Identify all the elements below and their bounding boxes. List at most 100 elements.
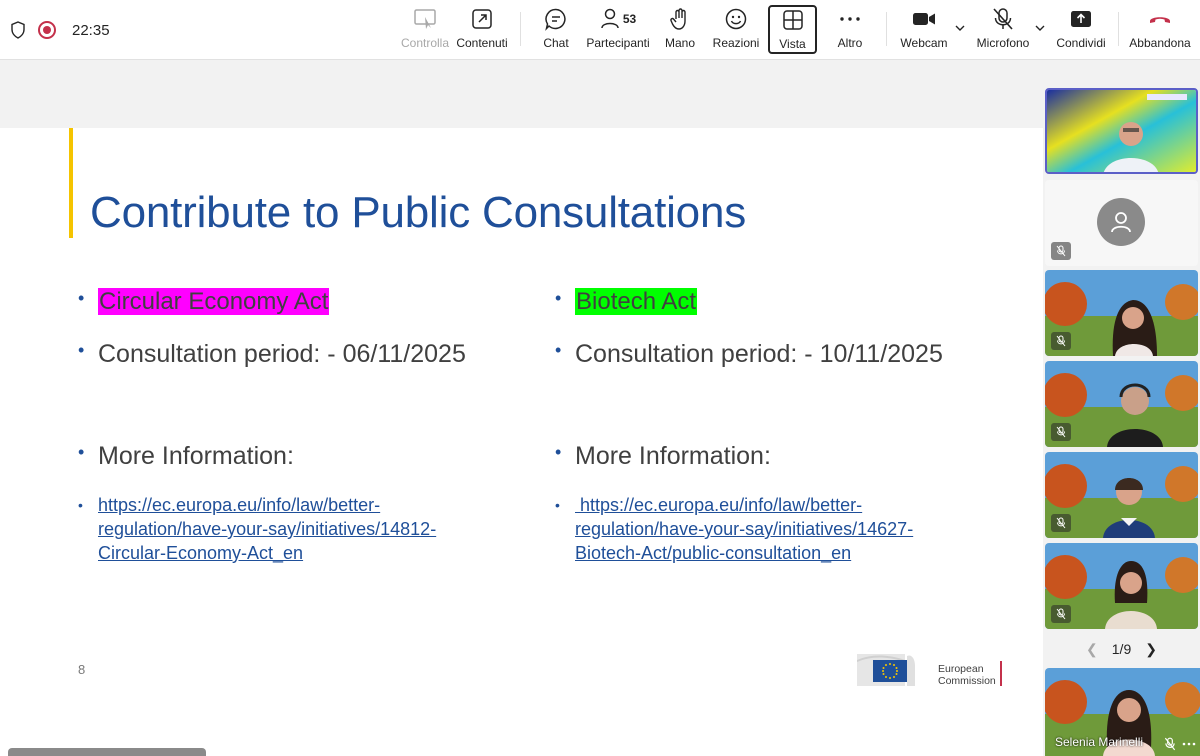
reactions-button[interactable]: Reazioni bbox=[713, 6, 759, 54]
view-label: Vista bbox=[779, 37, 806, 51]
consultation-link-bullet: https://ec.europa.eu/info/law/better- re… bbox=[78, 493, 436, 565]
mic-options-chevron-down-icon[interactable] bbox=[1034, 22, 1046, 34]
active-speaker-tile[interactable]: Selenia Marinelli bbox=[1045, 668, 1200, 756]
shared-content-stage: Contribute to Public Consultations Circu… bbox=[0, 60, 1043, 756]
act-name: Circular Economy Act bbox=[98, 288, 330, 315]
chat-icon bbox=[545, 8, 566, 31]
logo-accent-bar bbox=[1000, 661, 1002, 686]
camera-options-chevron-down-icon[interactable] bbox=[954, 22, 966, 34]
raise-hand-button[interactable]: Mano bbox=[660, 6, 700, 54]
participants-gallery: ❮ 1/9 ❯ Selenia Marinelli bbox=[1043, 60, 1200, 756]
take-control-icon bbox=[414, 9, 436, 29]
grid-view-icon bbox=[782, 10, 803, 30]
next-page-chevron-right-icon[interactable]: ❯ bbox=[1145, 641, 1157, 658]
participant-video-tile[interactable] bbox=[1045, 270, 1198, 356]
act-name-bullet: Biotech Act bbox=[555, 288, 698, 316]
link-line: Circular-Economy-Act_en bbox=[98, 543, 304, 563]
muted-mic-icon bbox=[1051, 605, 1071, 623]
act-name: Biotech Act bbox=[575, 288, 698, 315]
recording-icon bbox=[38, 21, 56, 39]
more-information-heading: More Information: bbox=[78, 442, 294, 471]
slide-accent-bar bbox=[69, 128, 73, 238]
content-label: Contenuti bbox=[456, 36, 508, 50]
smiley-icon bbox=[725, 8, 747, 30]
person-icon bbox=[1111, 212, 1131, 233]
more-options-icon[interactable] bbox=[1182, 742, 1196, 746]
raise-hand-label: Mano bbox=[664, 36, 696, 50]
content-button[interactable]: Contenuti bbox=[456, 6, 508, 54]
participant-avatar-tile[interactable] bbox=[1045, 180, 1198, 266]
view-button[interactable]: Vista bbox=[768, 5, 817, 54]
microphone-label: Microfono bbox=[976, 36, 1030, 50]
toolbar-divider bbox=[886, 12, 887, 46]
muted-mic-icon bbox=[1051, 514, 1071, 532]
muted-mic-icon bbox=[1164, 737, 1176, 751]
consultation-link-bullet: https://ec.europa.eu/info/law/better- re… bbox=[555, 493, 913, 565]
presentation-slide: Contribute to Public Consultations Circu… bbox=[0, 128, 1043, 756]
chat-button[interactable]: Chat bbox=[536, 6, 576, 54]
more-label: Altro bbox=[837, 36, 863, 50]
participant-video-tile[interactable] bbox=[1045, 88, 1198, 174]
toolbar-divider bbox=[1118, 12, 1119, 46]
previous-page-chevron-left-icon[interactable]: ❮ bbox=[1086, 641, 1098, 658]
reactions-label: Reazioni bbox=[712, 36, 760, 50]
link-line: Biotech-Act/public-consultation_en bbox=[575, 543, 852, 563]
share-screen-icon bbox=[1071, 11, 1091, 27]
meeting-timer: 22:35 bbox=[72, 21, 110, 39]
more-button[interactable]: Altro bbox=[830, 6, 870, 54]
page-indicator: 1/9 bbox=[1111, 641, 1132, 657]
speaker-tile-controls bbox=[1164, 737, 1196, 751]
consultation-period: Consultation period: - 06/11/2025 bbox=[78, 340, 466, 369]
link-line: regulation/have-your-say/initiatives/146… bbox=[575, 519, 914, 539]
hand-icon bbox=[670, 8, 686, 30]
microphone-button[interactable]: Microfono bbox=[974, 6, 1032, 54]
link-line: https://ec.europa.eu/info/law/better- bbox=[98, 495, 381, 515]
muted-mic-icon bbox=[1051, 332, 1071, 350]
slide-title: Contribute to Public Consultations bbox=[90, 188, 747, 237]
camera-label: Webcam bbox=[900, 36, 948, 50]
share-label: Condividi bbox=[1056, 36, 1106, 50]
toolbar-divider bbox=[520, 12, 521, 46]
participant-video-tile[interactable] bbox=[1045, 361, 1198, 447]
more-options-icon bbox=[840, 17, 860, 21]
take-control-button[interactable]: Controlla bbox=[400, 6, 450, 54]
chat-label: Chat bbox=[543, 36, 569, 50]
logo-line: Commission bbox=[938, 675, 996, 687]
hang-up-icon bbox=[1150, 17, 1170, 23]
meeting-toolbar: 22:35 Controlla Contenuti Chat 53 Partec… bbox=[0, 0, 1200, 60]
shield-icon bbox=[11, 21, 25, 39]
participants-label: Partecipanti bbox=[586, 36, 650, 50]
participant-video bbox=[1047, 90, 1196, 172]
leave-button[interactable]: Abbandona bbox=[1128, 6, 1192, 54]
participants-button[interactable]: 53 Partecipanti bbox=[586, 6, 650, 54]
participant-video-tile[interactable] bbox=[1045, 543, 1198, 629]
european-commission-wordmark: European Commission bbox=[938, 663, 996, 687]
meeting-info: 22:35 bbox=[10, 18, 110, 42]
link-line: regulation/have-your-say/initiatives/148… bbox=[98, 519, 437, 539]
mic-off-icon bbox=[993, 8, 1013, 30]
gallery-pager: ❮ 1/9 ❯ bbox=[1043, 638, 1200, 660]
slide-number: 8 bbox=[78, 662, 86, 677]
consultation-link[interactable]: https://ec.europa.eu/info/law/better- re… bbox=[575, 495, 913, 563]
participants-count: 53 bbox=[622, 12, 637, 26]
share-button[interactable]: Condividi bbox=[1054, 6, 1108, 54]
act-name-bullet: Circular Economy Act bbox=[78, 288, 330, 316]
camera-button[interactable]: Webcam bbox=[898, 6, 950, 54]
more-information-heading: More Information: bbox=[555, 442, 771, 471]
open-content-icon bbox=[472, 9, 492, 29]
speaker-name: Selenia Marinelli bbox=[1055, 735, 1144, 749]
muted-mic-icon bbox=[1051, 242, 1071, 260]
muted-mic-icon bbox=[1051, 423, 1071, 441]
avatar bbox=[1097, 198, 1145, 246]
leave-label: Abbandona bbox=[1129, 36, 1191, 50]
horizontal-scrollbar[interactable] bbox=[8, 748, 206, 756]
people-icon bbox=[601, 8, 619, 29]
take-control-label: Controlla bbox=[400, 36, 450, 50]
consultation-link[interactable]: https://ec.europa.eu/info/law/better- re… bbox=[98, 495, 436, 563]
teams-meeting-window: 22:35 Controlla Contenuti Chat 53 Partec… bbox=[0, 0, 1200, 756]
link-line: https://ec.europa.eu/info/law/better- bbox=[575, 495, 863, 515]
video-camera-icon bbox=[913, 13, 935, 25]
participant-video-tile[interactable] bbox=[1045, 452, 1198, 538]
logo-line: European bbox=[938, 663, 984, 675]
consultation-period: Consultation period: - 10/11/2025 bbox=[555, 340, 943, 369]
